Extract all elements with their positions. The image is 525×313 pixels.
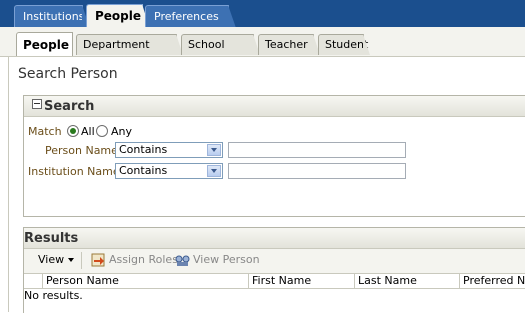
- subtab-department-staff[interactable]: Department Staff: [76, 34, 183, 71]
- subtab-student-label: Student: [325, 38, 369, 51]
- results-header: Results: [24, 228, 525, 249]
- subtab-people[interactable]: People: [16, 32, 73, 56]
- match-any-label: Any: [111, 125, 133, 138]
- column-header-select: [24, 274, 43, 288]
- no-results-text: No results.: [24, 289, 83, 302]
- institution-name-label: Institution Name: [28, 165, 120, 178]
- tab-people[interactable]: People: [86, 4, 150, 29]
- results-table-header: Person Name First Name Last Name Preferr…: [24, 274, 525, 289]
- assign-roles-icon: [91, 253, 105, 267]
- top-navigation-bar: Institutions People Preferences: [0, 0, 525, 29]
- subtab-teacher-label: Teacher: [265, 38, 308, 51]
- column-header-person-name[interactable]: Person Name: [43, 274, 249, 288]
- search-panel-header[interactable]: Search: [24, 96, 525, 117]
- subtab-teacher[interactable]: Teacher: [258, 34, 320, 55]
- page-title: Search Person: [18, 66, 118, 82]
- chevron-down-icon[interactable]: [207, 144, 221, 156]
- tab-preferences-label: Preferences: [154, 10, 219, 23]
- search-panel-title[interactable]: Search: [32, 99, 94, 114]
- match-label: Match: [28, 125, 62, 138]
- institution-name-operator-select[interactable]: Contains: [115, 163, 223, 179]
- tab-institutions-label: Institutions: [23, 10, 85, 23]
- chevron-down-icon: [68, 258, 75, 262]
- toolbar-divider: [81, 252, 82, 269]
- tab-institutions[interactable]: Institutions: [14, 5, 90, 28]
- tab-people-label: People: [95, 9, 142, 23]
- collapse-icon[interactable]: [32, 99, 42, 109]
- subtab-student[interactable]: Student: [318, 34, 370, 55]
- chevron-down-icon[interactable]: [207, 165, 221, 177]
- page-content: Search Person Search Match All Any Perso…: [8, 57, 525, 313]
- person-name-label: Person Name: [45, 144, 118, 157]
- results-panel: Results View Assign Roles View Person Pe…: [23, 227, 525, 313]
- match-any-radio[interactable]: [96, 125, 108, 137]
- person-name-input[interactable]: [228, 142, 406, 158]
- column-header-preferred-name[interactable]: Preferred Nar: [460, 274, 525, 288]
- institution-name-input[interactable]: [228, 163, 406, 179]
- subtab-people-label: People: [23, 38, 70, 52]
- results-toolbar: View Assign Roles View Person: [24, 249, 525, 274]
- results-title: Results: [24, 231, 79, 246]
- sub-navigation-bar: People Department Staff School Staff Tea…: [0, 27, 525, 71]
- institution-name-operator-value: Contains: [119, 164, 168, 177]
- person-name-operator-select[interactable]: Contains: [115, 142, 223, 158]
- search-panel: Search Match All Any Person Name Contain…: [23, 95, 525, 217]
- subtab-school-staff[interactable]: School Staff: [181, 34, 260, 71]
- match-all-radio[interactable]: [67, 125, 79, 137]
- tab-preferences[interactable]: Preferences: [145, 5, 236, 28]
- column-header-first-name[interactable]: First Name: [249, 274, 355, 288]
- person-name-operator-value: Contains: [119, 143, 168, 156]
- view-menu-button[interactable]: View: [38, 253, 75, 266]
- column-header-last-name[interactable]: Last Name: [355, 274, 460, 288]
- match-all-label: All: [81, 125, 95, 138]
- view-menu-label: View: [38, 253, 65, 266]
- search-panel-title-text: Search: [44, 99, 95, 114]
- view-person-icon: [175, 255, 190, 266]
- assign-roles-button[interactable]: Assign Roles: [109, 253, 178, 266]
- view-person-button[interactable]: View Person: [193, 253, 260, 266]
